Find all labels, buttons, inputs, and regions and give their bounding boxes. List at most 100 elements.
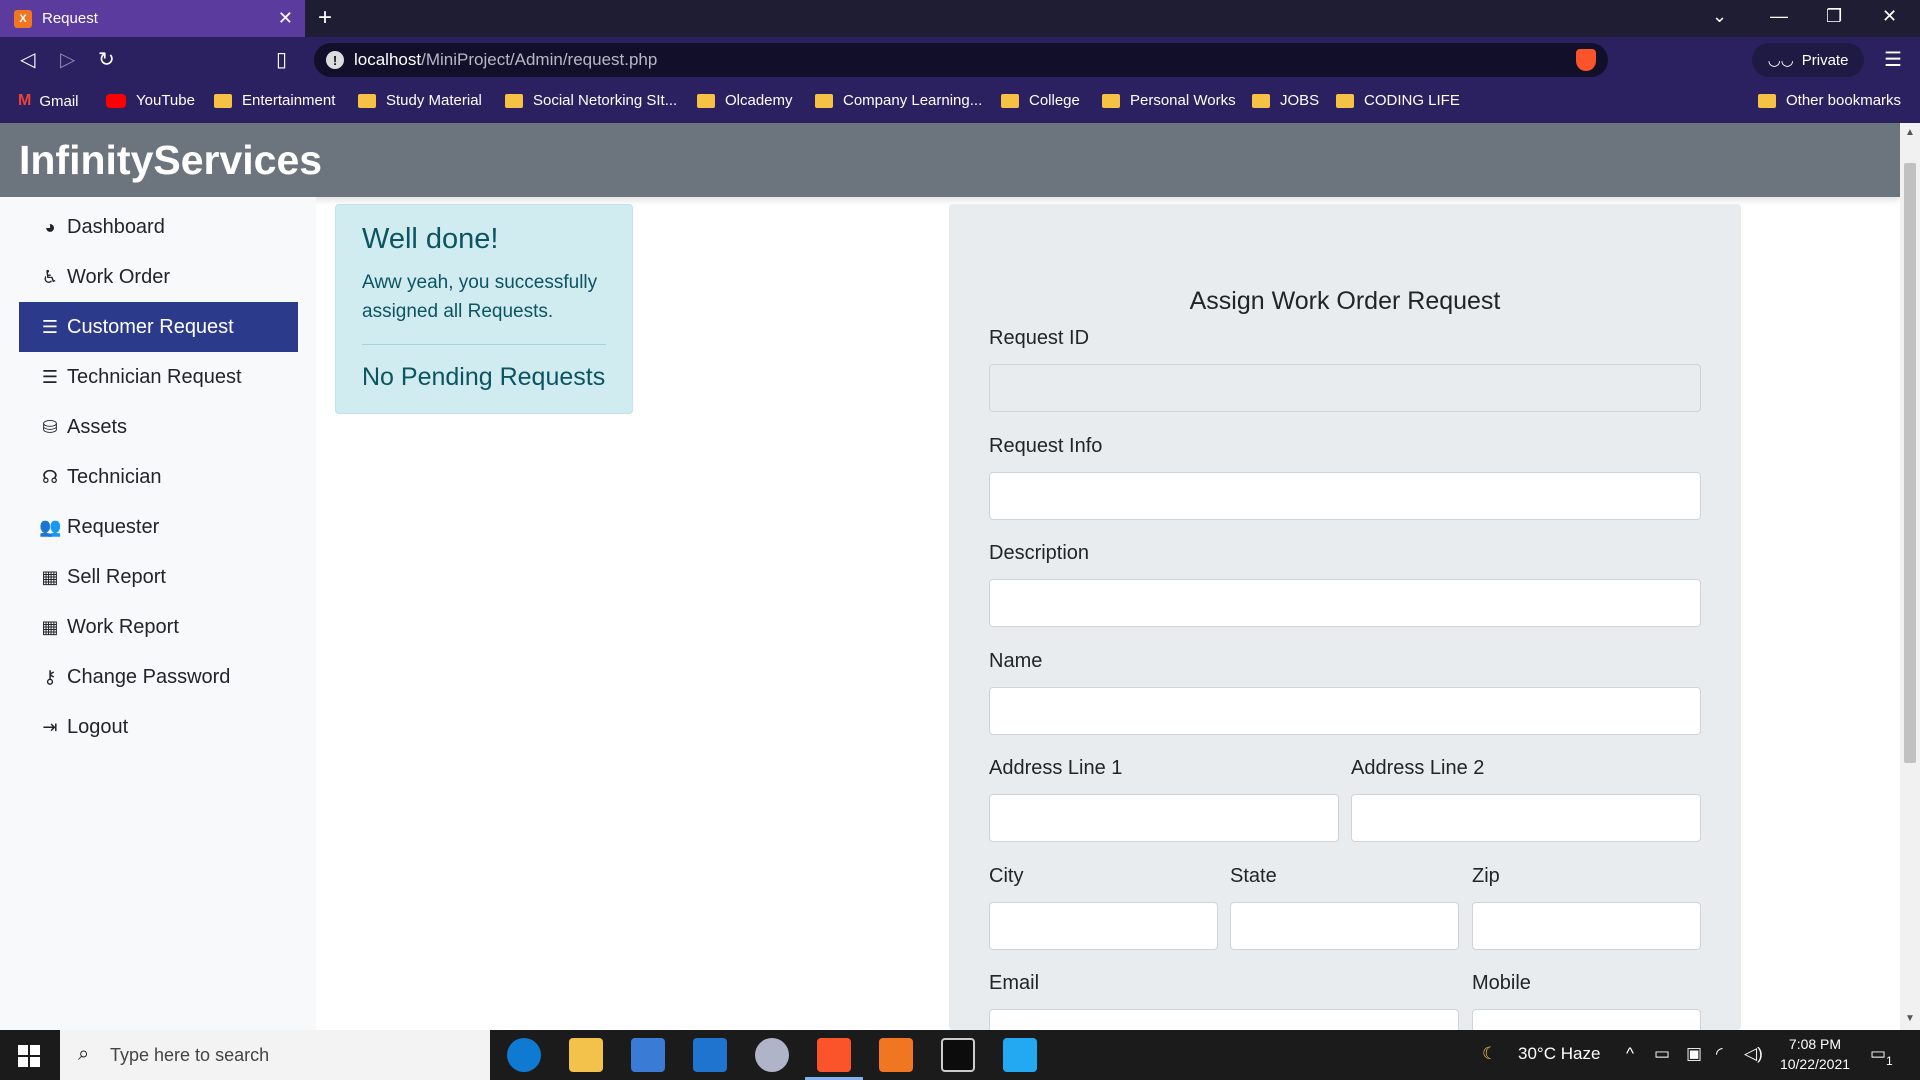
volume-icon[interactable]: ◁): [1744, 1044, 1763, 1064]
scrollbar-thumb[interactable]: [1904, 163, 1916, 763]
form-title: Assign Work Order Request: [1189, 287, 1501, 315]
bookmark-college[interactable]: College: [1001, 92, 1080, 109]
minimize-icon[interactable]: —: [1770, 6, 1788, 27]
bookmark-label: Gmail: [39, 92, 79, 110]
vscode-icon[interactable]: [1003, 1038, 1037, 1072]
windows-start-icon[interactable]: [18, 1045, 40, 1067]
reload-icon[interactable]: ↻: [98, 47, 115, 72]
bookmark-company-learning[interactable]: Company Learning...: [815, 92, 982, 109]
weather-text[interactable]: 30°C Haze: [1518, 1044, 1600, 1064]
bookmark-gmail[interactable]: M Gmail: [18, 92, 79, 110]
notification-count: 1: [1886, 1054, 1893, 1068]
wifi-icon[interactable]: ◜: [1716, 1044, 1723, 1064]
brand-title[interactable]: InfinityServices: [19, 137, 322, 183]
sidebar-item-customer-request[interactable]: ☰ Customer Request: [19, 302, 298, 352]
file-explorer-icon[interactable]: [569, 1038, 603, 1072]
sidebar-item-change-password[interactable]: ⚷ Change Password: [19, 652, 298, 702]
sidebar-item-technician-request[interactable]: ☰ Technician Request: [19, 352, 298, 402]
scroll-up-icon[interactable]: ▲: [1900, 127, 1920, 138]
close-tab-icon[interactable]: ✕: [278, 8, 293, 29]
forward-icon[interactable]: ▷: [60, 47, 75, 72]
state-label: State: [1230, 865, 1277, 887]
folder-icon: [815, 93, 833, 108]
tachometer-icon: ◕: [44, 216, 56, 237]
name-input[interactable]: [989, 687, 1701, 735]
browser-tabbar: X Request ✕ + ⌄ — ❐ ✕: [0, 0, 1920, 37]
folder-icon: [505, 93, 523, 108]
address-line2-input[interactable]: [1351, 794, 1701, 842]
sidebar-item-work-report[interactable]: ▦ Work Report: [19, 602, 298, 652]
success-alert: Well done! Aww yeah, you successfully as…: [335, 204, 633, 414]
bookmark-entertainment[interactable]: Entertainment: [214, 92, 335, 109]
bookmark-icon[interactable]: ▯: [276, 47, 287, 72]
mobile-input[interactable]: [1472, 1009, 1701, 1030]
taskbar-search[interactable]: ⌕ Type here to search: [60, 1030, 490, 1080]
folder-icon: [1758, 93, 1776, 108]
private-window-badge[interactable]: ◡◡ Private: [1752, 43, 1864, 77]
sidebar-item-assets[interactable]: ⛁ Assets: [19, 402, 298, 452]
xampp-icon[interactable]: [879, 1038, 913, 1072]
bookmark-personal-works[interactable]: Personal Works: [1102, 92, 1236, 109]
sidebar-item-dashboard[interactable]: ◕ Dashboard: [19, 202, 298, 252]
page-scrollbar[interactable]: ▲ ▼: [1900, 123, 1920, 1030]
email-input[interactable]: [989, 1009, 1459, 1030]
brave-browser-icon[interactable]: [805, 1038, 863, 1080]
city-input[interactable]: [989, 902, 1218, 950]
bookmark-study-material[interactable]: Study Material: [358, 92, 482, 109]
sidebar-item-sell-report[interactable]: ▦ Sell Report: [19, 552, 298, 602]
battery-icon[interactable]: ▭: [1654, 1044, 1670, 1064]
restore-icon[interactable]: ❐: [1826, 6, 1842, 27]
table-icon: ▦: [41, 566, 59, 587]
scroll-down-icon[interactable]: ▼: [1900, 1013, 1920, 1024]
new-tab-icon[interactable]: +: [318, 4, 332, 32]
sign-out-icon: ⇥: [42, 716, 58, 737]
bookmark-label: Olcademy: [725, 92, 793, 109]
tab-title: Request: [42, 10, 98, 27]
state-input[interactable]: [1230, 902, 1459, 950]
private-glasses-icon: ◡◡: [1767, 52, 1794, 69]
browser-tab-active[interactable]: X Request ✕: [0, 0, 305, 37]
bookmark-social[interactable]: Social Netorking SIt...: [505, 92, 677, 109]
mail-icon[interactable]: [693, 1038, 727, 1072]
brave-shield-icon[interactable]: [1576, 49, 1596, 71]
site-info-icon[interactable]: !: [326, 51, 344, 69]
microsoft-store-icon[interactable]: [631, 1038, 665, 1072]
close-window-icon[interactable]: ✕: [1882, 6, 1897, 27]
bookmark-other[interactable]: Other bookmarks: [1758, 92, 1901, 109]
sidebar-item-logout[interactable]: ⇥ Logout: [19, 702, 298, 752]
edge-icon[interactable]: [507, 1038, 541, 1072]
bookmark-youtube[interactable]: YouTube: [106, 92, 195, 109]
zip-input[interactable]: [1472, 902, 1701, 950]
terminal-icon[interactable]: [941, 1038, 975, 1072]
request-info-input[interactable]: [989, 472, 1701, 520]
alert-message: Aww yeah, you successfully assigned all …: [362, 268, 606, 345]
bookmark-olcademy[interactable]: Olcademy: [697, 92, 793, 109]
snipping-tool-icon[interactable]: [755, 1038, 789, 1072]
browser-menu-icon[interactable]: ☰: [1884, 47, 1902, 72]
address-bar[interactable]: ! localhost/MiniProject/Admin/request.ph…: [314, 43, 1608, 77]
folder-icon: [697, 93, 715, 108]
sidebar-item-requester[interactable]: 👥 Requester: [19, 502, 298, 552]
bookmark-label: CODING LIFE: [1364, 92, 1460, 109]
request-id-input[interactable]: [989, 364, 1701, 412]
taskbar-clock[interactable]: 7:08 PM 10/22/2021: [1770, 1034, 1860, 1074]
device-icon[interactable]: ▣: [1686, 1044, 1702, 1064]
description-input[interactable]: [989, 579, 1701, 627]
notification-center-icon[interactable]: ▭: [1870, 1044, 1886, 1064]
address-line1-input[interactable]: [989, 794, 1339, 842]
sidebar-item-label: Dashboard: [67, 215, 165, 238]
align-center-icon: ☰: [41, 366, 59, 387]
sidebar-item-work-order[interactable]: ♿ Work Order: [19, 252, 298, 302]
clock-time: 7:08 PM: [1788, 1036, 1842, 1052]
bookmark-coding-life[interactable]: CODING LIFE: [1336, 92, 1460, 109]
sidebar-item-label: Requester: [67, 515, 160, 538]
sidebar-item-technician[interactable]: ☊ Technician: [19, 452, 298, 502]
tab-search-icon[interactable]: ⌄: [1712, 6, 1727, 27]
tray-chevron-icon[interactable]: ^: [1626, 1044, 1634, 1064]
bookmark-jobs[interactable]: JOBS: [1252, 92, 1319, 109]
folder-icon: [1102, 93, 1120, 108]
site-header: InfinityServices: [0, 123, 1900, 197]
sidebar-item-label: Change Password: [67, 665, 231, 688]
city-label: City: [989, 865, 1024, 887]
back-icon[interactable]: ◁: [20, 47, 35, 72]
